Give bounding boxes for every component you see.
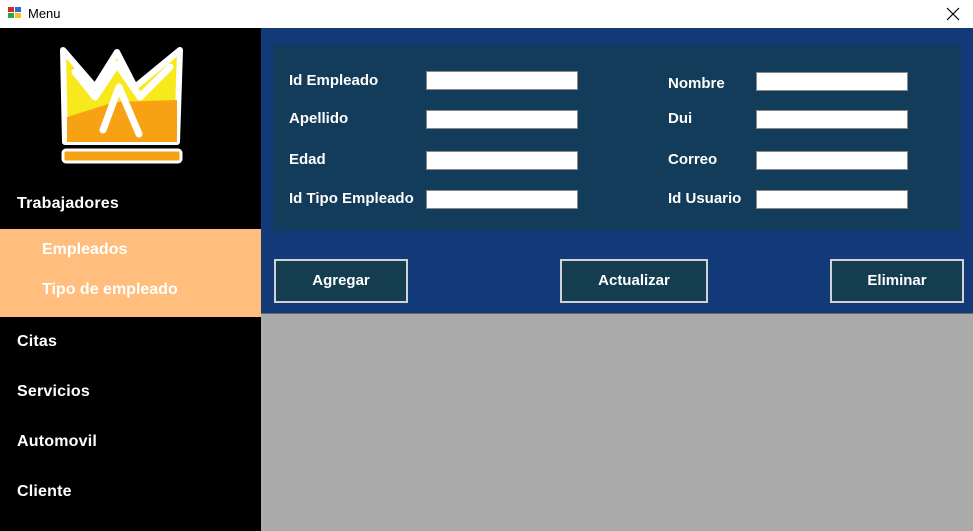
- nombre-label: Nombre: [668, 75, 725, 92]
- id-tipo-empleado-input[interactable]: [426, 190, 578, 209]
- edad-input[interactable]: [426, 151, 578, 170]
- dui-label: Dui: [668, 110, 693, 127]
- window-title: Menu: [28, 6, 61, 21]
- id-empleado-input[interactable]: [426, 71, 578, 90]
- close-icon: [946, 7, 960, 21]
- id-empleado-label: Id Empleado: [289, 72, 379, 89]
- dui-input[interactable]: [756, 110, 908, 129]
- sidebar-item-citas[interactable]: Citas: [0, 322, 261, 362]
- sidebar: Trabajadores Empleados Tipo de empleado …: [0, 28, 261, 531]
- title-bar: Menu: [0, 0, 973, 28]
- edad-label: Edad: [289, 151, 326, 168]
- id-usuario-input[interactable]: [756, 190, 908, 209]
- sidebar-item-servicios[interactable]: Servicios: [0, 372, 261, 412]
- correo-label: Correo: [668, 151, 718, 168]
- id-tipo-empleado-label: Id Tipo Empleado: [289, 190, 414, 207]
- sidebar-item-trabajadores[interactable]: Trabajadores: [0, 184, 261, 224]
- actualizar-button[interactable]: Actualizar: [560, 259, 708, 303]
- agregar-button[interactable]: Agregar: [274, 259, 408, 303]
- sidebar-item-cliente[interactable]: Cliente: [0, 472, 261, 512]
- app-icon: [8, 6, 22, 20]
- crown-logo-icon: [55, 42, 190, 167]
- id-usuario-label: Id Usuario: [668, 190, 742, 207]
- header-panel: Id Empleado Apellido Edad Id Tipo Emplea…: [261, 28, 973, 313]
- eliminar-button[interactable]: Eliminar: [830, 259, 964, 303]
- correo-input[interactable]: [756, 151, 908, 170]
- submenu-item-empleados[interactable]: Empleados: [0, 232, 261, 268]
- nombre-input[interactable]: [756, 72, 908, 91]
- apellido-label: Apellido: [289, 110, 349, 127]
- sidebar-item-automovil[interactable]: Automovil: [0, 422, 261, 462]
- employee-form: Id Empleado Apellido Edad Id Tipo Emplea…: [273, 45, 961, 231]
- close-button[interactable]: [933, 0, 973, 28]
- submenu-trabajadores: Empleados Tipo de empleado: [0, 229, 261, 317]
- submenu-item-tipo-empleado[interactable]: Tipo de empleado: [0, 272, 261, 308]
- data-grid-area[interactable]: [261, 314, 973, 531]
- apellido-input[interactable]: [426, 110, 578, 129]
